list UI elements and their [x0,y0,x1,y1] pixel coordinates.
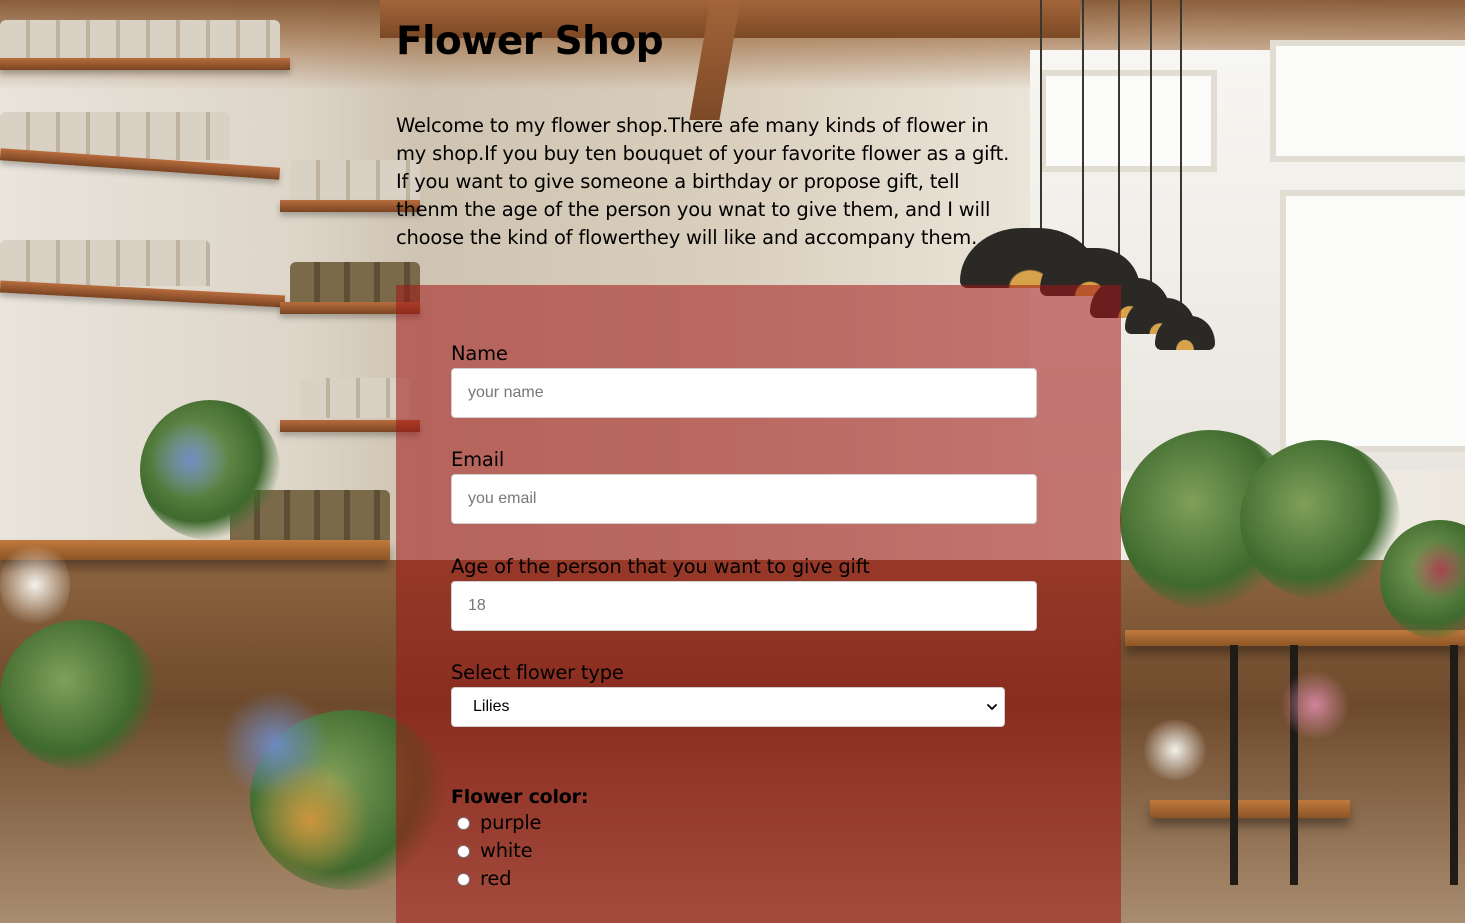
color-option-label: purple [480,811,542,834]
radio-button[interactable] [457,816,470,830]
color-option-white[interactable]: white [451,837,588,865]
email-field-group: Email [451,448,1037,524]
email-input[interactable] [451,474,1037,524]
color-option-red[interactable]: red [451,865,588,893]
radio-button[interactable] [457,844,470,858]
color-option-purple[interactable]: purple [451,809,588,837]
page-title: Flower Shop [396,19,664,64]
name-input[interactable] [451,368,1037,418]
intro-paragraph: Welcome to my flower shop.There afe many… [396,114,1010,249]
main-content: Flower Shop Welcome to my flower shop.Th… [396,0,1121,923]
flower-color-group: Flower color: purple white red [451,785,588,893]
age-label: Age of the person that you want to give … [451,555,870,578]
color-option-label: red [480,867,512,890]
flower-color-legend: Flower color: [451,786,589,808]
radio-button[interactable] [457,872,470,886]
flower-type-field-group: Select flower type Lilies [451,661,1005,727]
age-input[interactable] [451,581,1037,631]
flower-type-selected-value: Lilies [473,698,510,715]
order-form: Name Email Age of the person that you wa… [396,285,1121,923]
flower-type-label: Select flower type [451,661,624,684]
flower-type-select[interactable]: Lilies [451,687,1005,727]
chevron-down-icon [987,704,997,710]
age-field-group: Age of the person that you want to give … [451,555,1037,631]
name-field-group: Name [451,342,1037,418]
name-label: Name [451,342,508,365]
color-option-label: white [480,839,533,862]
email-label: Email [451,448,505,471]
